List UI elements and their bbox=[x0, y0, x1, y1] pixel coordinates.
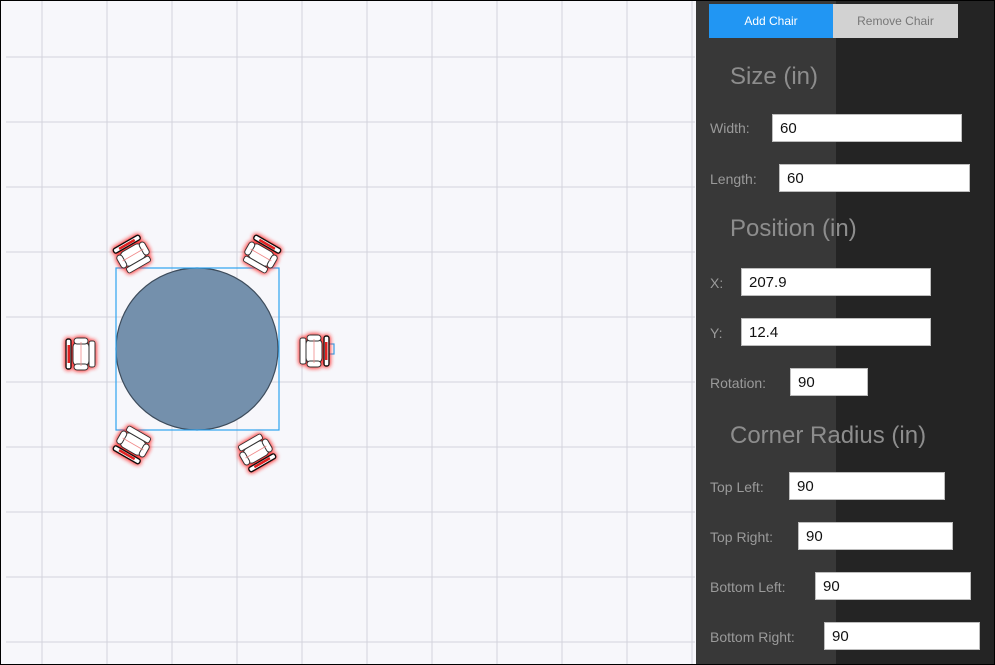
grid bbox=[6, 1, 695, 664]
top-left-radius-field[interactable] bbox=[789, 472, 945, 500]
properties-panel: Add Chair Remove Chair Size (in) Width: … bbox=[696, 1, 994, 664]
width-field[interactable] bbox=[772, 114, 962, 142]
chair-icon[interactable] bbox=[110, 233, 155, 276]
chair-icon[interactable] bbox=[65, 337, 96, 371]
floor-plan-drawing bbox=[6, 1, 695, 664]
bottom-left-radius-field[interactable] bbox=[815, 572, 971, 600]
length-label: Length: bbox=[710, 171, 757, 187]
x-field[interactable] bbox=[741, 268, 931, 296]
chair-icon[interactable] bbox=[234, 431, 279, 474]
remove-chair-button[interactable]: Remove Chair bbox=[833, 4, 958, 38]
y-field[interactable] bbox=[741, 318, 931, 346]
rotation-label: Rotation: bbox=[710, 375, 767, 391]
position-heading: Position (in) bbox=[730, 215, 857, 242]
size-heading: Size (in) bbox=[730, 63, 819, 90]
chair-icon[interactable] bbox=[239, 233, 284, 276]
app-window: Add Chair Remove Chair Size (in) Width: … bbox=[0, 0, 995, 665]
width-label: Width: bbox=[710, 120, 750, 136]
bottom-left-label: Bottom Left: bbox=[710, 579, 786, 595]
top-right-label: Top Right: bbox=[710, 529, 774, 545]
length-field[interactable] bbox=[779, 164, 970, 192]
bottom-right-radius-field[interactable] bbox=[824, 622, 980, 650]
chair-icon[interactable] bbox=[299, 334, 330, 368]
top-left-label: Top Left: bbox=[710, 479, 764, 495]
add-chair-button[interactable]: Add Chair bbox=[709, 4, 833, 38]
floor-plan-canvas[interactable] bbox=[6, 1, 695, 664]
corner-radius-heading: Corner Radius (in) bbox=[730, 422, 927, 449]
rotation-field[interactable] bbox=[790, 368, 868, 396]
round-table[interactable] bbox=[115, 267, 279, 431]
bottom-right-label: Bottom Right: bbox=[710, 629, 795, 645]
y-label: Y: bbox=[710, 325, 723, 341]
top-right-radius-field[interactable] bbox=[798, 522, 953, 550]
table-group[interactable] bbox=[65, 233, 335, 474]
x-label: X: bbox=[710, 275, 724, 291]
